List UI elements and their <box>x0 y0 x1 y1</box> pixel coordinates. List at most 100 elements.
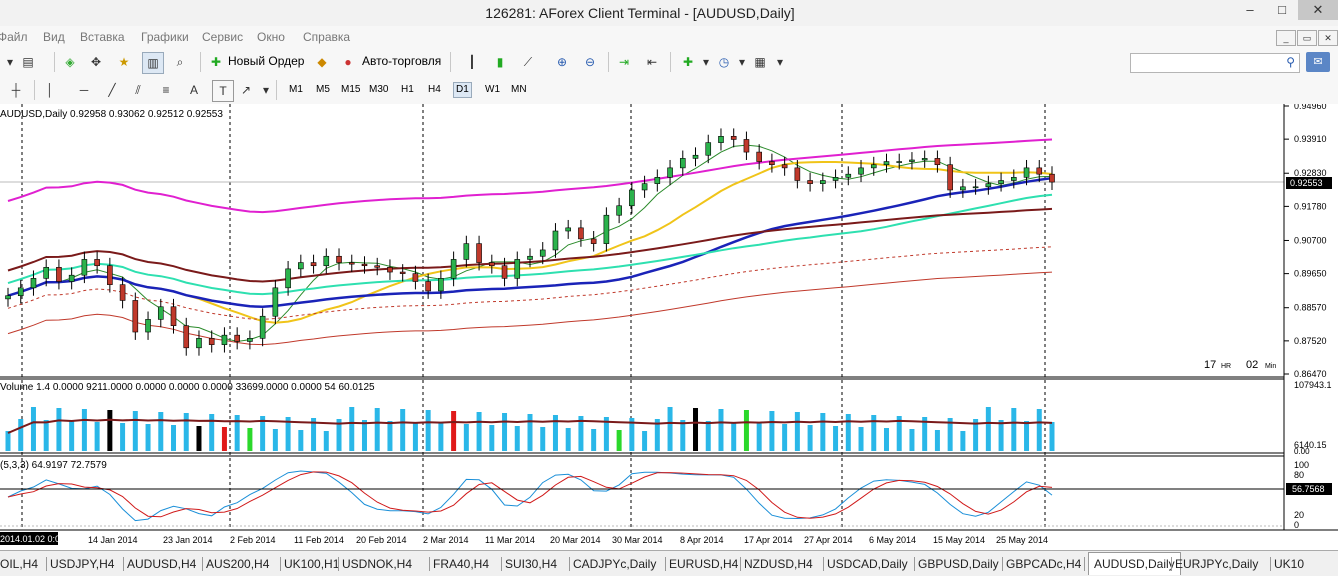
date-label: 14 Jan 2014 <box>88 535 138 545</box>
tab-usdjpy-h4[interactable]: USDJPY,H4 <box>50 555 114 573</box>
volume-bar <box>1024 421 1030 451</box>
candle-body <box>781 164 788 169</box>
price-chart[interactable]: AUDUSD,Daily 0.92958 0.93062 0.92512 0.9… <box>0 104 1338 550</box>
tab-gbpcadc-h4[interactable]: GBPCADc,H4 <box>1006 555 1081 573</box>
mdi-minimize-button[interactable]: _ <box>1276 30 1296 46</box>
vertical-line-icon[interactable]: │ <box>40 80 60 100</box>
label-tool[interactable]: T <box>212 80 234 102</box>
chat-icon[interactable]: ✉ <box>1306 52 1330 72</box>
candle-body <box>157 306 164 320</box>
maximize-button[interactable]: □ <box>1266 0 1298 20</box>
fibonacci-icon[interactable]: ≡ <box>156 80 176 100</box>
zoom-in-icon[interactable]: ⊕ <box>552 52 572 72</box>
chevron-down-icon[interactable]: ▾ <box>732 52 752 72</box>
timeframe-h4[interactable]: H4 <box>428 84 441 95</box>
tab-audusd-daily[interactable]: AUDUSD,Daily <box>1088 552 1181 575</box>
auto-trading-icon[interactable]: ● <box>338 52 358 72</box>
trendline-icon[interactable]: ╱ <box>102 80 122 100</box>
chevron-down-icon[interactable]: ▾ <box>770 52 790 72</box>
chevron-down-icon[interactable]: ▾ <box>256 80 276 100</box>
candle-body <box>539 249 546 257</box>
search-input[interactable]: ⚲ <box>1130 53 1300 73</box>
volume-bar <box>107 410 113 451</box>
tab-fra40-h4[interactable]: FRA40,H4 <box>433 555 489 573</box>
new-order-button[interactable]: Новый Ордер <box>228 54 304 68</box>
candle-body <box>348 262 355 265</box>
channel-icon[interactable]: ⫽ <box>128 80 148 100</box>
search-icon[interactable]: ⚲ <box>1286 55 1295 69</box>
navigator-icon[interactable]: ◈ <box>60 52 80 72</box>
crosshair-move-icon[interactable]: ✥ <box>86 52 106 72</box>
mdi-close-button[interactable]: ✕ <box>1318 30 1338 46</box>
tab-cadjpyc-daily[interactable]: CADJPYc,Daily <box>573 555 656 573</box>
candle-body <box>336 255 342 263</box>
new-order-icon[interactable]: ✚ <box>206 52 226 72</box>
profiles-icon[interactable]: ▤ <box>18 52 38 72</box>
timeframe-m1[interactable]: M1 <box>289 84 303 95</box>
auto-scroll-icon[interactable]: ⇥ <box>614 52 634 72</box>
bar-chart-icon[interactable]: ┃ <box>462 52 482 72</box>
menu-charts[interactable]: Графики <box>141 30 189 44</box>
volume-max-label: 107943.1 <box>1294 380 1332 390</box>
tab-sui30-h4[interactable]: SUI30,H4 <box>505 555 557 573</box>
tab-eurusd-h4[interactable]: EURUSD,H4 <box>669 555 738 573</box>
candle-body <box>463 243 470 260</box>
indicators-icon[interactable]: ✚ <box>678 52 698 72</box>
timeframe-d1[interactable]: D1 <box>453 82 472 98</box>
volume-bar <box>1049 422 1055 451</box>
volume-bar <box>272 429 278 451</box>
candle-body <box>30 278 37 289</box>
date-label: 20 Mar 2014 <box>550 535 601 545</box>
arrows-icon[interactable]: ↗ <box>236 80 256 100</box>
menu-window[interactable]: Окно <box>257 30 285 44</box>
timeframe-m30[interactable]: M30 <box>369 84 388 95</box>
volume-bar <box>132 411 138 451</box>
tab-uk10[interactable]: UK10 <box>1274 555 1304 573</box>
tab-usdnok-h4[interactable]: USDNOK,H4 <box>342 555 412 573</box>
tab-nzdusd-h4[interactable]: NZDUSD,H4 <box>744 555 813 573</box>
tab-gbpusd-daily[interactable]: GBPUSD,Daily <box>918 555 999 573</box>
price-tick-label: 0.90700 <box>1294 235 1327 245</box>
horizontal-line-icon[interactable]: ─ <box>74 80 94 100</box>
chevron-down-icon[interactable]: ▾ <box>696 52 716 72</box>
volume-bar <box>489 425 495 451</box>
periods-icon[interactable]: ◷ <box>714 52 734 72</box>
tab-audusd-h4[interactable]: AUDUSD,H4 <box>127 555 196 573</box>
templates-icon[interactable]: ▦ <box>750 52 770 72</box>
auto-trading-button[interactable]: Авто-торговля <box>362 54 441 68</box>
menu-file[interactable]: Файл <box>0 30 28 44</box>
timeframe-m15[interactable]: M15 <box>341 84 360 95</box>
close-button[interactable]: ✕ <box>1298 0 1338 20</box>
zoom-out-icon[interactable]: ⊖ <box>580 52 600 72</box>
tab-eurjpyc-daily[interactable]: EURJPYc,Daily <box>1175 555 1258 573</box>
candlestick-icon[interactable]: ▮ <box>490 52 510 72</box>
tab-uk100-h1[interactable]: UK100,H1 <box>284 555 339 573</box>
dropdown-arrow-icon[interactable]: ▾ <box>0 52 20 72</box>
minimize-button[interactable]: – <box>1234 0 1266 20</box>
tab-oil-h4[interactable]: OIL,H4 <box>0 555 38 573</box>
mdi-restore-button[interactable]: ▭ <box>1297 30 1317 46</box>
tab-aus200-h4[interactable]: AUS200,H4 <box>206 555 269 573</box>
menu-view[interactable]: Вид <box>43 30 65 44</box>
crosshair-icon[interactable]: ┼ <box>6 80 26 100</box>
editor-icon[interactable]: ◆ <box>312 52 332 72</box>
tab-usdcad-daily[interactable]: USDCAD,Daily <box>827 555 908 573</box>
volume-bar <box>794 412 800 451</box>
menu-help[interactable]: Справка <box>303 30 350 44</box>
menu-service[interactable]: Сервис <box>202 30 243 44</box>
timeframe-w1[interactable]: W1 <box>485 84 500 95</box>
data-window-icon[interactable]: ▥ <box>142 52 164 74</box>
timeframe-h1[interactable]: H1 <box>401 84 414 95</box>
text-tool[interactable]: A <box>184 80 204 100</box>
volume-bar <box>43 420 49 451</box>
line-chart-icon[interactable]: ⟋ <box>518 52 538 72</box>
volume-bar <box>718 409 724 451</box>
strategy-tester-icon[interactable]: ⌕ <box>170 52 190 72</box>
menu-insert[interactable]: Вставка <box>80 30 125 44</box>
chart-shift-icon[interactable]: ⇤ <box>642 52 662 72</box>
timeframe-mn[interactable]: MN <box>511 84 527 95</box>
favorites-icon[interactable]: ★ <box>114 52 134 72</box>
timeframe-m5[interactable]: M5 <box>316 84 330 95</box>
candle-body <box>883 161 890 166</box>
date-label: 2 Feb 2014 <box>230 535 276 545</box>
